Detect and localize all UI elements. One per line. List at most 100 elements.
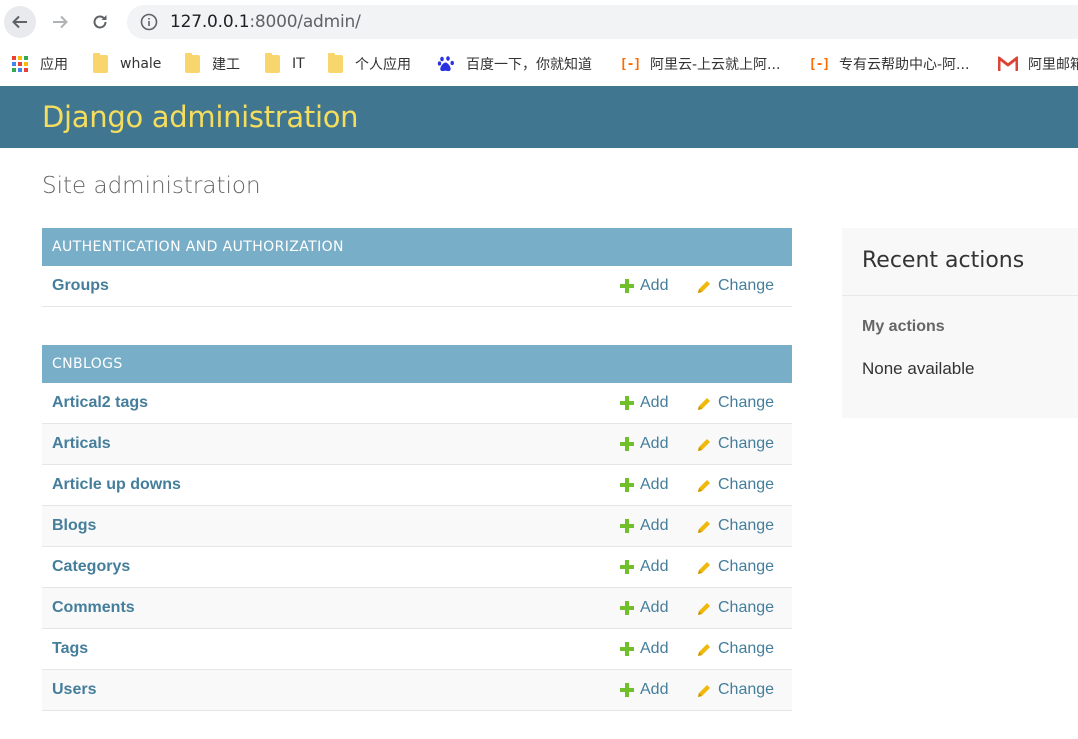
apps-grid-icon — [10, 54, 30, 74]
change-link[interactable]: Change — [697, 599, 774, 617]
reload-button[interactable] — [84, 6, 116, 38]
model-link[interactable]: Comments — [52, 599, 135, 617]
add-label: Add — [640, 435, 669, 452]
module-caption[interactable]: CNBLOGS — [42, 345, 792, 383]
add-link[interactable]: Add — [620, 476, 668, 494]
bookmark-aliyun-help[interactable]: [-] 专有云帮助中心-阿... — [808, 53, 970, 75]
table-row: Artical2 tags Add Change — [42, 383, 792, 424]
model-link[interactable]: Users — [52, 681, 96, 699]
bookmark-jiangong[interactable]: 建工 — [182, 53, 240, 75]
bookmark-label: 应用 — [40, 57, 68, 73]
model-link[interactable]: Blogs — [52, 517, 96, 535]
bookmark-whale[interactable]: whale — [90, 53, 161, 75]
bookmark-label: IT — [292, 56, 305, 72]
pencil-icon — [698, 438, 710, 451]
change-label: Change — [718, 517, 775, 534]
address-bar[interactable]: 127.0.0.1:8000/admin/ — [127, 5, 1078, 39]
forward-button[interactable] — [44, 6, 76, 38]
add-link[interactable]: Add — [620, 394, 668, 412]
plus-icon — [620, 642, 634, 656]
add-label: Add — [640, 517, 669, 534]
plus-icon — [620, 683, 634, 697]
url-host: 127.0.0.1 — [170, 12, 250, 32]
folder-icon — [182, 53, 202, 74]
table-row: Blogs Add Change — [42, 506, 792, 547]
change-link[interactable]: Change — [697, 394, 774, 412]
model-link[interactable]: Article up downs — [52, 476, 181, 494]
plus-icon — [620, 478, 634, 492]
model-link[interactable]: Articals — [52, 435, 111, 453]
bookmark-baidu[interactable]: 百度一下，你就知道 — [436, 53, 592, 75]
bookmark-label: whale — [120, 56, 162, 72]
change-link[interactable]: Change — [697, 435, 774, 453]
module-caption[interactable]: AUTHENTICATION AND AUTHORIZATION — [42, 228, 792, 266]
bookmark-aliyun[interactable]: [-] 阿里云-上云就上阿... — [620, 53, 781, 75]
bookmark-label: 专有云帮助中心-阿... — [839, 57, 970, 73]
reload-icon — [93, 15, 107, 29]
my-actions-heading: My actions — [862, 318, 945, 335]
change-label: Change — [718, 640, 775, 657]
folder-icon — [90, 53, 110, 74]
bookmark-apps[interactable]: 应用 — [10, 53, 68, 75]
arrow-right-icon — [53, 15, 68, 29]
plus-icon — [620, 279, 634, 293]
pencil-icon — [698, 479, 710, 492]
plus-icon — [620, 437, 634, 451]
add-link[interactable]: Add — [620, 277, 668, 295]
change-link[interactable]: Change — [697, 681, 774, 699]
change-label: Change — [718, 558, 775, 575]
browser-toolbar: 127.0.0.1:8000/admin/ — [0, 0, 1078, 44]
pencil-icon — [698, 520, 710, 533]
bookmark-label: 建工 — [212, 57, 240, 73]
change-label: Change — [718, 476, 775, 493]
model-link[interactable]: Artical2 tags — [52, 394, 148, 412]
change-label: Change — [718, 394, 775, 411]
change-link[interactable]: Change — [697, 558, 774, 576]
plus-icon — [620, 396, 634, 410]
module-cnblogs: CNBLOGS Artical2 tags Add Change Artical… — [42, 345, 792, 711]
add-link[interactable]: Add — [620, 640, 668, 658]
bookmark-label: 阿里邮箱 — [1028, 57, 1078, 73]
add-link[interactable]: Add — [620, 558, 668, 576]
change-link[interactable]: Change — [697, 476, 774, 494]
model-link[interactable]: Categorys — [52, 558, 130, 576]
add-link[interactable]: Add — [620, 435, 668, 453]
change-label: Change — [718, 435, 775, 452]
model-link[interactable]: Groups — [52, 277, 109, 295]
url-path: :8000/admin/ — [249, 12, 361, 32]
add-link[interactable]: Add — [620, 599, 668, 617]
plus-icon — [620, 601, 634, 615]
table-row: Users Add Change — [42, 670, 792, 711]
change-link[interactable]: Change — [697, 277, 774, 295]
add-link[interactable]: Add — [620, 681, 668, 699]
gmail-m-icon — [998, 54, 1018, 74]
change-link[interactable]: Change — [697, 640, 774, 658]
url-text: 127.0.0.1:8000/admin/ — [170, 12, 361, 32]
admin-header: Django administration — [0, 86, 1078, 148]
aliyun-icon: [-] — [808, 56, 830, 72]
pencil-icon — [698, 684, 710, 697]
pencil-icon — [698, 397, 710, 410]
bookmark-personal-apps[interactable]: 个人应用 — [325, 53, 411, 75]
bookmark-ali-mail[interactable]: 阿里邮箱 — [998, 53, 1078, 75]
info-icon[interactable] — [140, 13, 158, 31]
bookmarks-bar: 应用 whale 建工 IT 个人应用 百度一下，你就知道 [-] 阿里云-上云… — [0, 44, 1078, 86]
change-label: Change — [718, 599, 775, 616]
table-row: Groups Add Change — [42, 266, 792, 307]
page-title: Site administration — [42, 173, 261, 199]
change-link[interactable]: Change — [697, 517, 774, 535]
add-label: Add — [640, 681, 669, 698]
add-link[interactable]: Add — [620, 517, 668, 535]
plus-icon — [620, 519, 634, 533]
table-row: Articals Add Change — [42, 424, 792, 465]
pencil-icon — [698, 561, 710, 574]
model-link[interactable]: Tags — [52, 640, 88, 658]
add-label: Add — [640, 558, 669, 575]
arrow-left-icon — [12, 15, 27, 29]
bookmark-label: 个人应用 — [355, 57, 411, 73]
back-button[interactable] — [4, 6, 36, 38]
site-branding[interactable]: Django administration — [42, 100, 359, 134]
bookmark-it[interactable]: IT — [262, 53, 305, 75]
pencil-icon — [698, 643, 710, 656]
table-row: Tags Add Change — [42, 629, 792, 670]
